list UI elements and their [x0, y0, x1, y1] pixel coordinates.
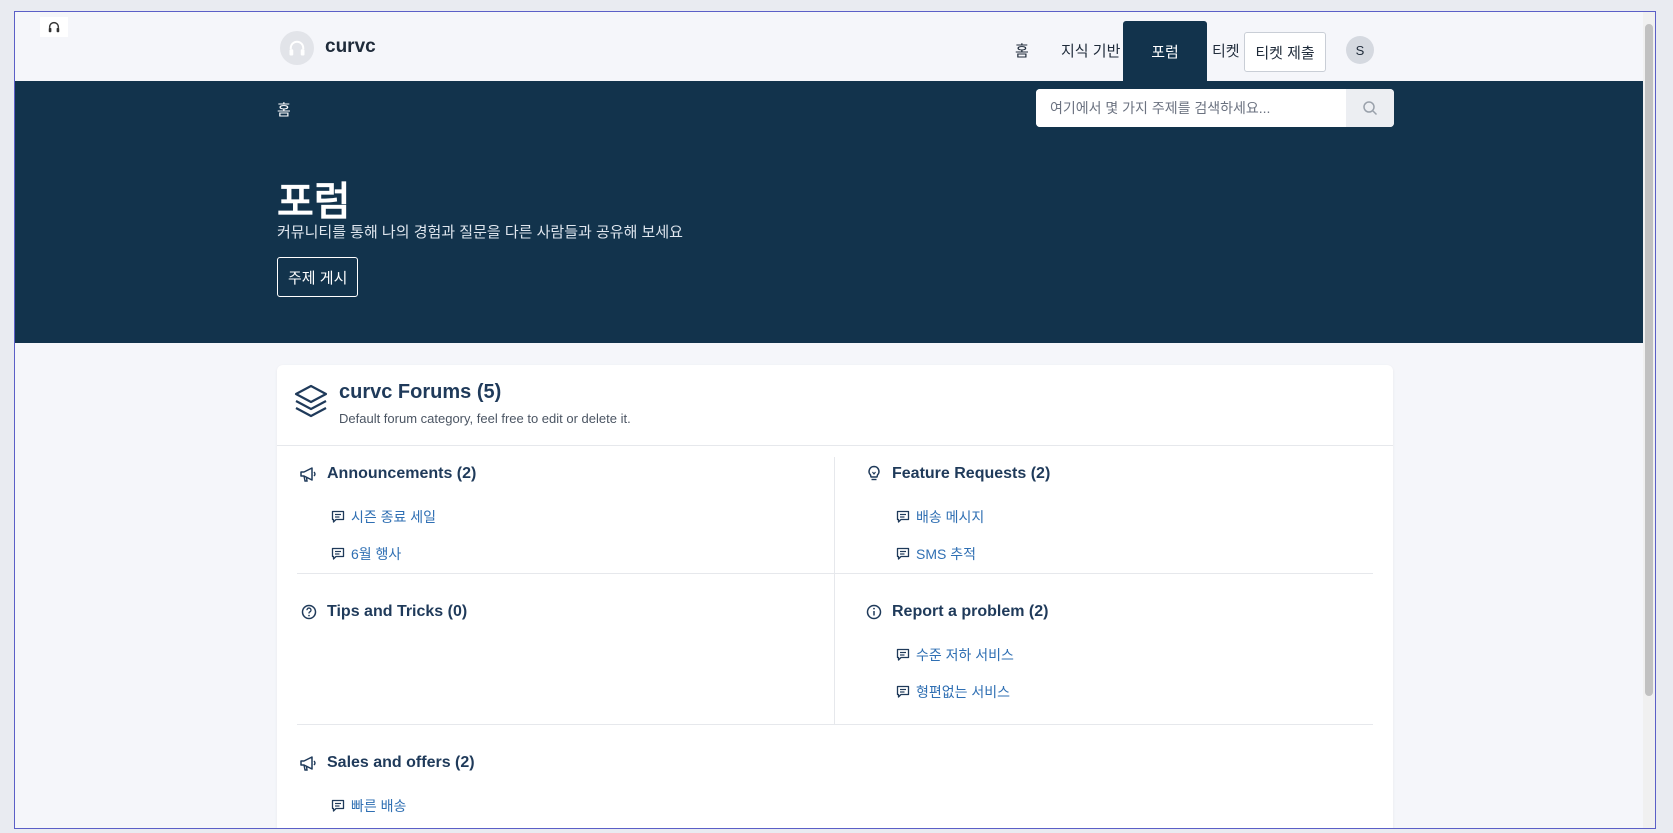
question-circle-icon [301, 604, 317, 620]
category-title: Sales and offers (2) [327, 754, 475, 771]
topic-label: 시즌 종료 세일 [351, 509, 437, 525]
category-title: Feature Requests (2) [892, 465, 1051, 482]
submit-ticket-button[interactable]: 티켓 제출 [1244, 32, 1326, 72]
browser-viewport: curvc 홈 지식 기반 포럼 티켓 티켓 제출 S 홈 포럼 커뮤니티를 통… [14, 11, 1656, 829]
topic-link[interactable]: SMS 추적 [896, 544, 976, 564]
lightbulb-icon [868, 465, 880, 481]
page-title: 포럼 [277, 180, 351, 224]
topic-link[interactable]: 6월 행사 [331, 544, 401, 564]
headset-icon [289, 40, 305, 56]
topic-label: SMS 추적 [916, 546, 976, 562]
page-scrollbar[interactable] [1643, 12, 1655, 828]
row-divider [297, 573, 1373, 574]
topic-link[interactable]: 수준 저하 서비스 [896, 645, 1014, 665]
category-sales-and-offers: Sales and offers (2) 빠른 배송 [299, 754, 779, 828]
topic-link[interactable]: 시즌 종료 세일 [331, 507, 436, 527]
megaphone-icon [300, 756, 316, 771]
forum-description: Default forum category, feel free to edi… [339, 411, 631, 426]
headset-icon[interactable] [40, 17, 68, 37]
megaphone-icon [300, 467, 316, 482]
topic-link[interactable]: 빠른 배송 [331, 796, 406, 816]
category-header[interactable]: Sales and offers (2) [299, 754, 475, 772]
scrollbar-thumb[interactable] [1645, 24, 1653, 696]
row-divider [297, 724, 1373, 725]
forum-title[interactable]: curvc Forums (5) [339, 381, 501, 404]
nav-forum[interactable]: 포럼 [1123, 21, 1207, 81]
search-box [1036, 89, 1394, 127]
forum-card-header: curvc Forums (5) Default forum category,… [277, 365, 1393, 446]
category-header[interactable]: Tips and Tricks (0) [299, 603, 467, 621]
post-topic-button[interactable]: 주제 게시 [277, 257, 359, 297]
topic-link[interactable]: 형편없는 서비스 [896, 682, 1010, 702]
nav-tickets[interactable]: 티켓 [1212, 40, 1240, 61]
category-announcements: Announcements (2) 시즌 종료 세일 6월 행사 [299, 465, 779, 565]
topic-label: 형편없는 서비스 [916, 684, 1011, 700]
category-feature-requests: Feature Requests (2) 배송 메시지 SMS 추적 [864, 465, 1344, 565]
search-input[interactable] [1036, 89, 1346, 127]
brand-name[interactable]: curvc [325, 36, 376, 58]
comment-icon [331, 510, 345, 523]
category-title: Tips and Tricks (0) [327, 603, 468, 620]
category-header[interactable]: Report a problem (2) [864, 603, 1048, 621]
page-subtitle: 커뮤니티를 통해 나의 경험과 질문을 다른 사람들과 공유해 보세요 [277, 224, 683, 241]
category-title: Report a problem (2) [892, 603, 1049, 620]
comment-icon [331, 799, 345, 812]
comment-icon [896, 547, 910, 560]
category-header[interactable]: Announcements (2) [299, 465, 476, 483]
info-circle-icon [866, 604, 882, 620]
brand-logo[interactable] [280, 31, 314, 65]
comment-icon [896, 685, 910, 698]
comment-icon [896, 510, 910, 523]
forum-card: curvc Forums (5) Default forum category,… [277, 365, 1393, 828]
topic-label: 수준 저하 서비스 [916, 647, 1014, 663]
hero-banner: 홈 포럼 커뮤니티를 통해 나의 경험과 질문을 다른 사람들과 공유해 보세요… [15, 81, 1655, 343]
search-button[interactable] [1346, 89, 1394, 127]
user-avatar[interactable]: S [1346, 36, 1374, 64]
topic-link[interactable]: 배송 메시지 [896, 507, 984, 527]
category-report-a-problem: Report a problem (2) 수준 저하 서비스 형편없는 서비스 [864, 603, 1344, 703]
nav-knowledge-base[interactable]: 지식 기반 [1061, 40, 1120, 61]
category-header[interactable]: Feature Requests (2) [864, 465, 1050, 483]
category-tips-and-tricks: Tips and Tricks (0) [299, 603, 779, 643]
comment-icon [896, 648, 910, 661]
breadcrumb-home[interactable]: 홈 [277, 99, 291, 120]
layers-icon [294, 384, 328, 418]
column-divider [834, 457, 835, 725]
category-title: Announcements (2) [327, 465, 477, 482]
comment-icon [331, 547, 345, 560]
search-icon [1363, 101, 1378, 116]
topic-label: 6월 행사 [351, 546, 402, 562]
topic-label: 배송 메시지 [916, 509, 985, 525]
topic-label: 빠른 배송 [351, 798, 407, 814]
top-navigation: curvc 홈 지식 기반 포럼 티켓 티켓 제출 S [15, 12, 1655, 81]
nav-home[interactable]: 홈 [1015, 40, 1029, 61]
